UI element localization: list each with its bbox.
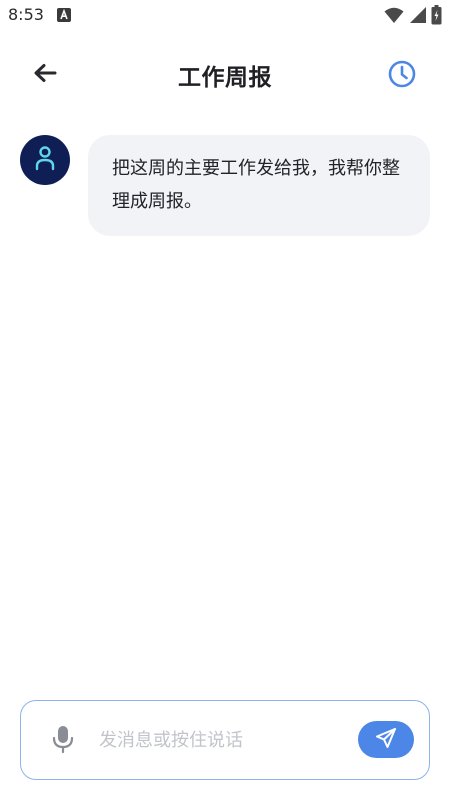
message-bubble: 把这周的主要工作发给我，我帮你整理成周报。 bbox=[88, 135, 430, 236]
cellular-signal-icon bbox=[409, 6, 427, 28]
message-input[interactable] bbox=[99, 725, 349, 755]
voice-input-button[interactable] bbox=[51, 725, 75, 757]
avatar bbox=[20, 135, 70, 185]
send-button[interactable] bbox=[358, 721, 414, 758]
history-button[interactable] bbox=[386, 60, 418, 92]
person-icon bbox=[34, 145, 56, 175]
battery-icon bbox=[431, 5, 442, 29]
paper-plane-icon bbox=[375, 727, 397, 753]
wifi-icon bbox=[384, 6, 404, 28]
status-bar: 8:53 bbox=[0, 0, 450, 32]
app-header: 工作周报 bbox=[0, 48, 450, 104]
message-composer bbox=[20, 700, 430, 780]
microphone-icon bbox=[52, 725, 74, 757]
a-notification-icon bbox=[57, 8, 71, 22]
clock-icon bbox=[387, 59, 417, 93]
status-time: 8:53 bbox=[8, 5, 44, 24]
page-title: 工作周报 bbox=[178, 65, 272, 91]
